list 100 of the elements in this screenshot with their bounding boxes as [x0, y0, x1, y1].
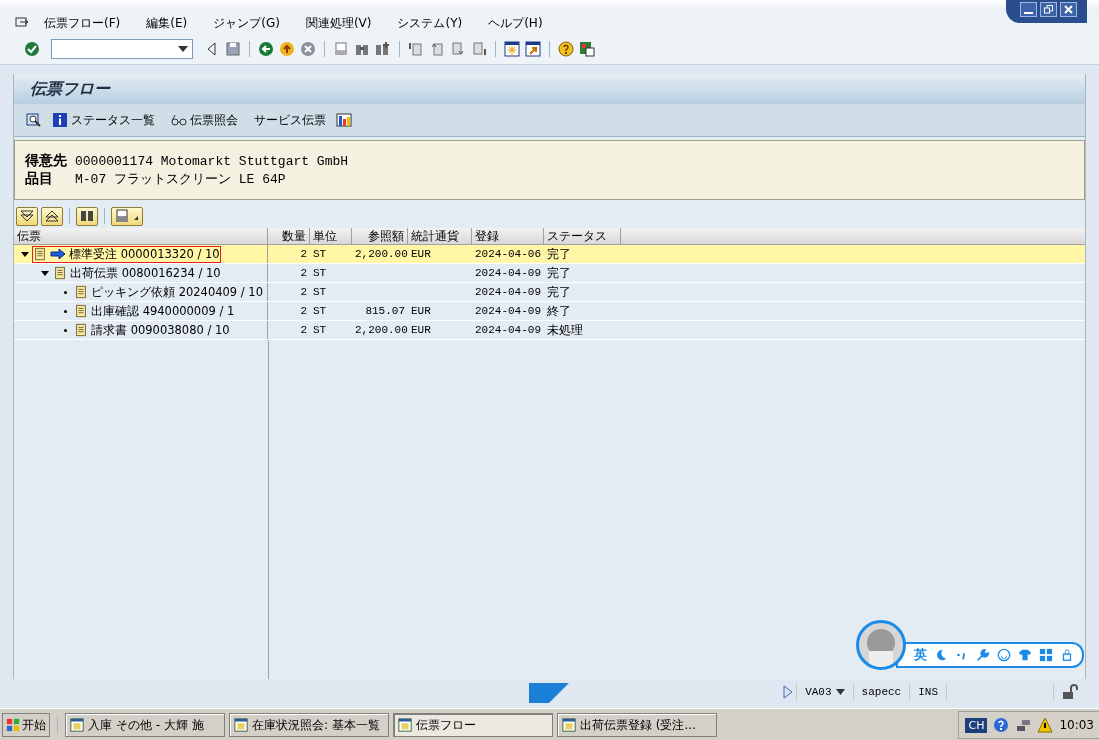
help-icon[interactable]	[558, 41, 574, 57]
cancel-icon[interactable]	[300, 41, 316, 57]
previous-page-icon[interactable]	[429, 41, 445, 57]
logo-icon	[529, 683, 569, 703]
table-cell-text: 完了	[546, 245, 572, 263]
start-button[interactable]: 开始	[2, 713, 50, 737]
smiley-icon[interactable]	[997, 648, 1011, 662]
table-cell-text: 終了	[546, 302, 572, 320]
close-button[interactable]	[1060, 2, 1077, 17]
last-page-icon[interactable]	[471, 41, 487, 57]
document-icon	[53, 266, 67, 280]
collapse-all-button[interactable]	[41, 206, 63, 226]
grid-icon[interactable]	[1039, 648, 1053, 662]
bullet-icon	[64, 309, 67, 313]
menu-item[interactable]: ヘルプ(H)	[488, 14, 543, 32]
shortcut-icon[interactable]	[525, 41, 541, 57]
expand-all-button[interactable]	[16, 206, 38, 226]
document-link[interactable]: 出荷伝票 0080016234 / 10	[70, 265, 221, 281]
next-page-icon[interactable]	[450, 41, 466, 57]
info-icon[interactable]	[52, 112, 68, 128]
table-cell-text: ST	[312, 286, 328, 298]
table-row[interactable]: ピッキング依頼 20240409 / 10 2 ST 2024-04-09 完了	[14, 283, 1085, 302]
table-cell-text: 未処理	[546, 321, 584, 339]
back-icon[interactable]	[258, 41, 274, 57]
new-session-icon[interactable]	[504, 41, 520, 57]
enter-icon[interactable]	[24, 41, 40, 57]
clock: 10:03	[1059, 718, 1094, 732]
collapse-all-icon	[44, 209, 60, 223]
taskbar-button[interactable]: 出荷伝票登録 (受注...	[557, 713, 717, 737]
window-icon	[562, 718, 576, 732]
table-row[interactable]: 請求書 0090038080 / 10 2 ST 2,200.00 EUR 2024-04-09 未処理	[14, 321, 1085, 340]
table-cell-text: 815.07	[364, 305, 406, 317]
document-link[interactable]: 標準受注 0000013320 / 10	[69, 246, 220, 262]
table-row[interactable]: 標準受注 0000013320 / 10 2 ST 2,200.00 EUR 2024-04-06 完了	[14, 245, 1085, 264]
document-link[interactable]: 請求書 0090038080 / 10	[91, 322, 230, 338]
menu-item[interactable]: 編集(E)	[146, 14, 188, 32]
table-cell-text: 2,200.00	[354, 324, 408, 336]
menu-item[interactable]: システム(Y)	[397, 14, 463, 32]
document-icon	[74, 304, 88, 318]
table-cell-text: 2024-04-09	[474, 267, 542, 279]
minimize-button[interactable]	[1020, 2, 1037, 17]
field-value: M-07 フラットスクリーン LE 64P	[75, 171, 287, 188]
warning-icon[interactable]	[1037, 717, 1054, 733]
table-cell-text: 2,200.00	[354, 248, 408, 260]
toolbar-button[interactable]: サービス伝票	[248, 111, 332, 129]
restore-button[interactable]	[1040, 2, 1057, 17]
expand-toggle-icon[interactable]	[40, 268, 50, 278]
input-mode[interactable]: 英	[914, 646, 927, 664]
menu-item[interactable]: 関連処理(V)	[305, 14, 372, 32]
table-row[interactable]: 出荷伝票 0080016234 / 10 2 ST 2024-04-09 完了	[14, 264, 1085, 283]
help-icon[interactable]	[993, 717, 1010, 733]
layout-icon[interactable]	[579, 41, 595, 57]
menu-item[interactable]: 伝票フロー(F)	[44, 14, 121, 32]
table-cell-text: 2	[299, 286, 308, 298]
dropdown-icon[interactable]	[178, 46, 188, 52]
field-label: 品目	[25, 170, 54, 188]
window-icon	[234, 718, 248, 732]
screen-title: 伝票フロー	[14, 74, 1085, 104]
taskbar-button[interactable]: 在庫状況照会: 基本一覧	[229, 713, 389, 737]
table-cell-text: ST	[312, 267, 328, 279]
bullet-icon	[64, 290, 67, 294]
windows-icon	[6, 718, 20, 732]
field-value: 0000001174 Motomarkt Stuttgart GmbH	[75, 153, 350, 169]
table-row[interactable]: 出庫確認 4940000009 / 1 2 ST 815.07 EUR 2024-04-09 終了	[14, 302, 1085, 321]
menu-item[interactable]: ジャンプ(G)	[213, 14, 280, 32]
detail-search-icon[interactable]	[26, 112, 42, 128]
padlock-icon[interactable]	[1062, 684, 1078, 700]
table-cell-text: 2	[299, 248, 308, 260]
first-page-icon[interactable]	[408, 41, 424, 57]
table-cell-text: 2024-04-06	[474, 248, 542, 260]
glasses-icon[interactable]	[171, 112, 187, 128]
transaction-code[interactable]: VA03	[796, 683, 853, 701]
find-button[interactable]	[76, 206, 98, 226]
window-icon	[70, 718, 84, 732]
table-cell-text: 2024-04-09	[474, 324, 542, 336]
restore-icon	[1044, 5, 1053, 14]
document-link[interactable]: ピッキング依頼 20240409 / 10	[91, 284, 263, 300]
toolbar-button[interactable]: 伝票照会	[165, 111, 244, 129]
document-link[interactable]: 出庫確認 4940000009 / 1	[91, 303, 235, 319]
taskbar-button[interactable]: 伝票フロー	[393, 713, 553, 737]
taskbar-button[interactable]: 入庫 その他 - 大輝 施	[65, 713, 225, 737]
table-cell-text: ST	[312, 305, 328, 317]
lock-icon[interactable]	[1060, 648, 1074, 662]
save-icon[interactable]	[225, 41, 241, 57]
exit-icon[interactable]	[279, 41, 295, 57]
wrench-icon[interactable]	[976, 648, 990, 662]
moon-icon[interactable]	[934, 648, 948, 662]
bullet-icon	[64, 328, 67, 332]
insert-mode: INS	[909, 683, 946, 701]
command-field[interactable]	[51, 39, 193, 59]
shirt-icon[interactable]	[1018, 648, 1032, 662]
language-indicator[interactable]: CH	[965, 717, 988, 733]
chart-icon[interactable]	[336, 112, 352, 128]
document-icon	[74, 285, 88, 299]
close-icon	[1064, 5, 1073, 14]
print-button[interactable]	[111, 206, 143, 226]
table-cell-text: ST	[312, 324, 328, 336]
toolbar-button[interactable]: ステータス一覧	[46, 111, 161, 129]
dropdown-icon[interactable]	[835, 689, 845, 695]
expand-toggle-icon[interactable]	[20, 249, 30, 259]
